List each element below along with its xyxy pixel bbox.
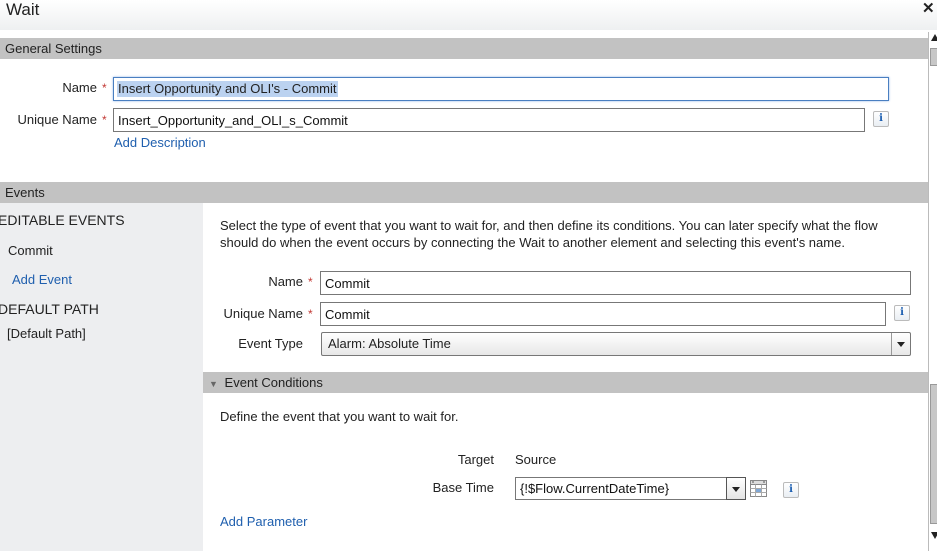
required-icon: * <box>308 275 313 289</box>
add-event-link[interactable]: Add Event <box>12 272 72 287</box>
events-header: Events <box>0 182 928 203</box>
event-unique-name-label: Unique Name <box>223 306 304 321</box>
required-icon: * <box>102 81 107 95</box>
event-name-input[interactable] <box>320 271 911 295</box>
general-settings-header: General Settings <box>0 38 928 59</box>
event-unique-name-input[interactable] <box>320 302 886 326</box>
source-column-label: Source <box>515 452 557 467</box>
base-time-dropdown-button[interactable] <box>726 477 746 500</box>
required-icon: * <box>102 113 107 127</box>
event-type-label: Event Type <box>238 336 303 351</box>
event-name-label: Name <box>268 274 303 289</box>
scroll-thumb[interactable] <box>930 48 937 66</box>
required-icon: * <box>308 307 313 321</box>
default-path-item[interactable]: [Default Path] <box>7 326 86 341</box>
event-type-value: Alarm: Absolute Time <box>328 336 451 351</box>
scroll-up-arrow[interactable] <box>931 34 937 41</box>
scroll-thumb[interactable] <box>930 384 937 524</box>
event-instructions: Select the type of event that you want t… <box>220 218 878 250</box>
default-path-heading: DEFAULT PATH <box>0 301 99 317</box>
editable-events-heading: EDITABLE EVENTS <box>0 212 125 228</box>
calendar-icon[interactable] <box>750 480 767 497</box>
name-label: Name <box>62 80 97 95</box>
chevron-down-icon[interactable] <box>891 333 910 355</box>
event-item-commit[interactable]: Commit <box>8 243 53 258</box>
events-panel-scrollbar[interactable] <box>928 384 937 544</box>
base-time-label: Base Time <box>432 480 494 495</box>
dialog-titlebar <box>0 0 937 30</box>
unique-name-label: Unique Name <box>17 112 98 127</box>
info-icon[interactable]: i <box>873 111 889 127</box>
event-type-select[interactable]: Alarm: Absolute Time <box>321 332 911 356</box>
event-conditions-header[interactable]: ▼ Event Conditions <box>203 372 928 393</box>
scroll-down-arrow[interactable] <box>931 532 937 539</box>
close-icon[interactable]: ✕ <box>922 0 935 17</box>
conditions-description: Define the event that you want to wait f… <box>220 409 459 424</box>
info-icon[interactable]: i <box>783 482 799 498</box>
dialog-title: Wait <box>6 0 40 19</box>
name-input[interactable] <box>113 77 889 101</box>
base-time-input[interactable] <box>515 477 727 500</box>
general-settings-title: General Settings <box>5 41 102 56</box>
add-parameter-link[interactable]: Add Parameter <box>220 514 307 529</box>
event-conditions-title: Event Conditions <box>224 375 323 390</box>
unique-name-input[interactable] <box>113 108 865 132</box>
collapse-triangle-icon[interactable]: ▼ <box>203 379 218 389</box>
info-icon[interactable]: i <box>894 305 910 321</box>
add-description-link[interactable]: Add Description <box>114 135 206 150</box>
target-column-label: Target <box>457 452 494 467</box>
events-title: Events <box>5 185 45 200</box>
